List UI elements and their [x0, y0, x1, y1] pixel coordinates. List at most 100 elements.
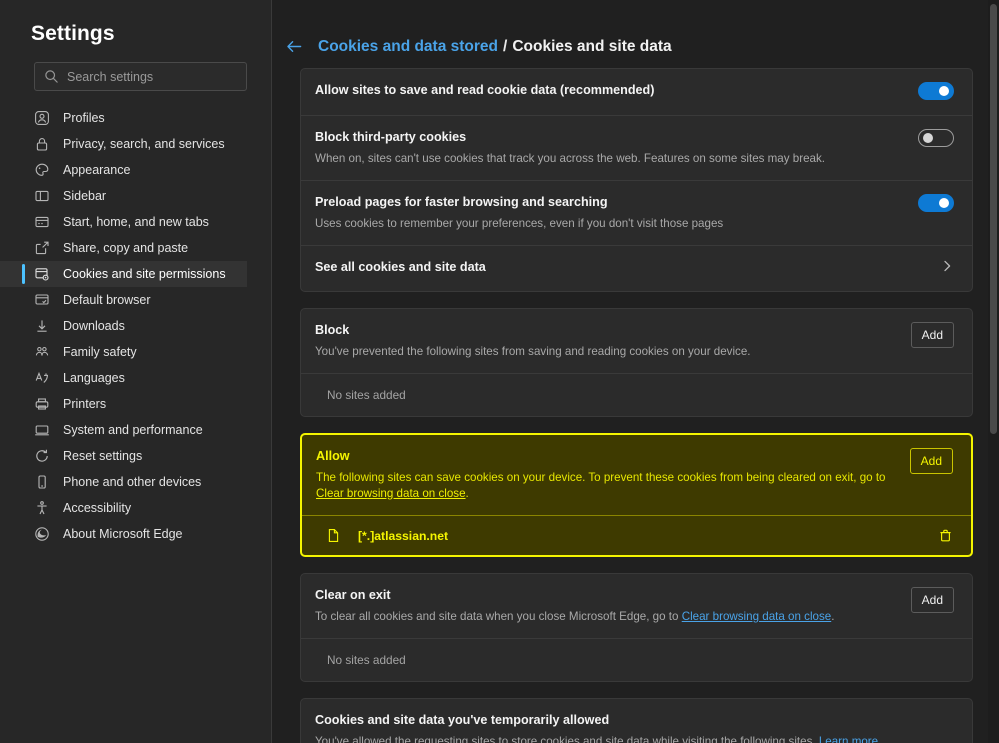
temp-desc-before: You've allowed the requesting sites to s… [315, 735, 819, 743]
block-header: Block You've prevented the following sit… [301, 309, 972, 373]
sidebar-item-label: Start, home, and new tabs [63, 215, 209, 229]
allow-sites-toggle[interactable] [918, 82, 954, 100]
temporarily-allowed-header: Cookies and site data you've temporarily… [301, 699, 972, 743]
download-icon [34, 318, 50, 334]
temporarily-allowed-description: You've allowed the requesting sites to s… [315, 734, 954, 743]
sidebar-item-label: Printers [63, 397, 107, 411]
sidebar-item-system-and-performance[interactable]: System and performance [0, 417, 247, 443]
main-content: Cookies and data stored / Cookies and si… [272, 0, 999, 743]
sidebar-item-default-browser[interactable]: Default browser [0, 287, 247, 313]
setting-title: Block third-party cookies [315, 130, 467, 144]
sidebar-item-label: Sidebar [63, 189, 107, 203]
sidebar-icon [34, 188, 50, 204]
sidebar-item-about-microsoft-edge[interactable]: About Microsoft Edge [0, 521, 247, 547]
page-title: Settings [31, 22, 115, 45]
allow-add-button[interactable]: Add [909, 448, 953, 474]
sidebar-item-label: System and performance [63, 423, 203, 437]
clear-on-exit-empty-text: No sites added [301, 638, 972, 681]
settings-content: Allow sites to save and read cookie data… [272, 62, 999, 743]
clear-browsing-data-on-close-link[interactable]: Clear browsing data on close [316, 487, 466, 500]
back-arrow-icon[interactable] [286, 38, 303, 55]
search-box[interactable] [34, 62, 247, 91]
preload-pages-toggle[interactable] [918, 194, 954, 212]
setting-block-third-party: Block third-party cookies When on, sites… [301, 115, 972, 180]
sidebar-item-phone-and-other-devices[interactable]: Phone and other devices [0, 469, 247, 495]
allow-desc-before: The following sites can save cookies on … [316, 471, 886, 484]
scrollbar-thumb[interactable] [990, 4, 997, 434]
sidebar-item-label: Share, copy and paste [63, 241, 189, 255]
block-third-party-toggle[interactable] [918, 129, 954, 147]
palette-icon [34, 162, 50, 178]
sidebar-item-appearance[interactable]: Appearance [0, 157, 247, 183]
sidebar-item-printers[interactable]: Printers [0, 391, 247, 417]
home-tabs-icon [34, 214, 50, 230]
allow-header: Allow The following sites can save cooki… [302, 435, 971, 515]
temporarily-allowed-title: Cookies and site data you've temporarily… [315, 713, 610, 727]
sidebar-item-profiles[interactable]: Profiles [0, 105, 247, 131]
sidebar-item-start-home-tabs[interactable]: Start, home, and new tabs [0, 209, 247, 235]
default-browser-icon [34, 292, 50, 308]
clear-on-exit-title: Clear on exit [315, 588, 391, 602]
sidebar-item-label: Downloads [63, 319, 125, 333]
printer-icon [34, 396, 50, 412]
clear-on-exit-add-button[interactable]: Add [910, 587, 954, 613]
block-add-button[interactable]: Add [910, 322, 954, 348]
breadcrumb-separator: / [503, 37, 508, 55]
clear-on-exit-description: To clear all cookies and site data when … [315, 609, 897, 625]
sidebar-item-accessibility[interactable]: Accessibility [0, 495, 247, 521]
setting-preload-pages: Preload pages for faster browsing and se… [301, 180, 972, 245]
clear-desc-before: To clear all cookies and site data when … [315, 610, 682, 623]
sidebar-item-label: Privacy, search, and services [63, 137, 225, 151]
languages-icon [34, 370, 50, 386]
sidebar-item-share-copy-paste[interactable]: Share, copy and paste [0, 235, 247, 261]
family-icon [34, 344, 50, 360]
clear-browsing-data-on-close-link[interactable]: Clear browsing data on close [682, 610, 832, 623]
share-icon [34, 240, 50, 256]
setting-allow-sites: Allow sites to save and read cookie data… [301, 69, 972, 115]
list-item[interactable]: [*.]atlassian.net [302, 515, 971, 555]
allow-title: Allow [316, 449, 350, 463]
see-all-cookies-row[interactable]: See all cookies and site data [301, 245, 972, 291]
clear-desc-after: . [831, 610, 835, 623]
search-input[interactable] [67, 63, 237, 90]
setting-title: Preload pages for faster browsing and se… [315, 195, 608, 209]
temporarily-allowed-card: Cookies and site data you've temporarily… [300, 698, 973, 743]
edge-icon [34, 526, 50, 542]
sidebar-item-label: Accessibility [63, 501, 132, 515]
lock-icon [34, 136, 50, 152]
sidebar-item-label: Family safety [63, 345, 137, 359]
setting-title: See all cookies and site data [315, 260, 486, 274]
accessibility-icon [34, 500, 50, 516]
reset-icon [34, 448, 50, 464]
sidebar-item-label: Appearance [63, 163, 131, 177]
learn-more-link[interactable]: Learn more [819, 735, 878, 743]
sidebar-item-label: Languages [63, 371, 125, 385]
cookies-permissions-icon [34, 266, 50, 282]
sidebar-item-cookies-and-site-permissions[interactable]: Cookies and site permissions [0, 261, 247, 287]
breadcrumb: Cookies and data stored / Cookies and si… [272, 0, 999, 62]
breadcrumb-current: Cookies and site data [512, 37, 672, 55]
sidebar-item-reset-settings[interactable]: Reset settings [0, 443, 247, 469]
sidebar-nav: Profiles Privacy, search, and services A… [0, 105, 271, 547]
chevron-right-icon[interactable] [940, 259, 954, 273]
sidebar-item-sidebar[interactable]: Sidebar [0, 183, 247, 209]
sidebar-item-privacy[interactable]: Privacy, search, and services [0, 131, 247, 157]
sidebar-item-family-safety[interactable]: Family safety [0, 339, 247, 365]
cookie-settings-card: Allow sites to save and read cookie data… [300, 68, 973, 292]
vertical-scrollbar[interactable] [988, 0, 999, 743]
allow-description: The following sites can save cookies on … [316, 470, 896, 502]
sidebar-item-label: About Microsoft Edge [63, 527, 183, 541]
settings-window: Settings Profiles [0, 0, 999, 743]
setting-description: Uses cookies to remember your preference… [315, 217, 724, 230]
clear-on-exit-card: Clear on exit To clear all cookies and s… [300, 573, 973, 682]
allow-desc-after: . [465, 487, 469, 500]
sidebar-item-label: Profiles [63, 111, 105, 125]
trash-icon[interactable] [938, 528, 953, 543]
phone-icon [34, 474, 50, 490]
block-empty-text: No sites added [301, 373, 972, 416]
sidebar-item-downloads[interactable]: Downloads [0, 313, 247, 339]
sidebar-item-label: Phone and other devices [63, 475, 202, 489]
allow-card: Allow The following sites can save cooki… [300, 433, 973, 557]
breadcrumb-parent-link[interactable]: Cookies and data stored [318, 38, 498, 56]
sidebar-item-languages[interactable]: Languages [0, 365, 247, 391]
